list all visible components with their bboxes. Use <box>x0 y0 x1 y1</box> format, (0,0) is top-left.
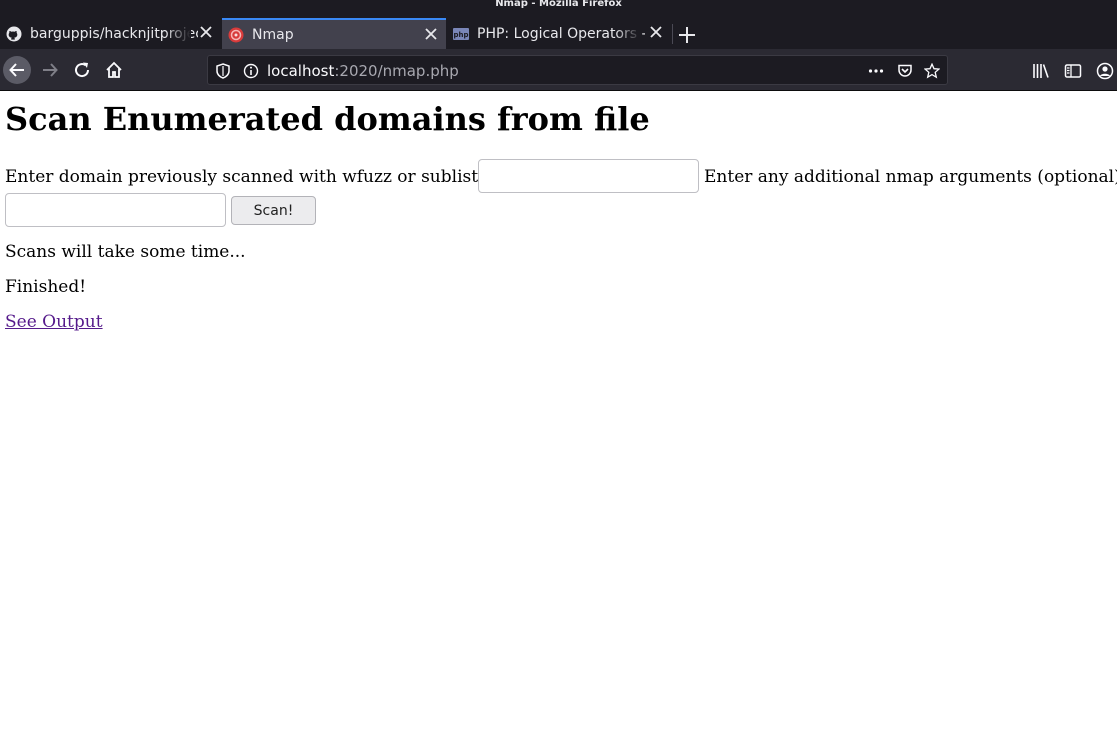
account-icon[interactable] <box>1096 62 1114 80</box>
window-titlebar: Nmap - Mozilla Firefox <box>0 0 1117 10</box>
url-host: localhost <box>267 62 335 80</box>
forward-button[interactable] <box>36 56 64 84</box>
reload-button[interactable] <box>68 56 96 84</box>
domain-input[interactable] <box>478 159 699 193</box>
tab-php[interactable]: php PHP: Logical Operators - Manual <box>447 18 671 49</box>
close-tab-icon[interactable] <box>424 27 438 41</box>
back-icon <box>9 63 24 77</box>
domain-label: Enter domain previously scanned with wfu… <box>5 167 502 187</box>
url-text[interactable]: localhost:2020/nmap.php <box>267 62 459 80</box>
svg-text:php: php <box>453 31 468 39</box>
bookmark-star-icon[interactable] <box>924 63 940 79</box>
tab-nmap[interactable]: Nmap <box>222 18 446 49</box>
close-tab-icon[interactable] <box>649 25 663 39</box>
php-favicon-icon: php <box>453 27 469 40</box>
navigation-toolbar: localhost:2020/nmap.php <box>0 49 1117 91</box>
scan-button[interactable]: Scan! <box>231 196 316 225</box>
page-title: Scan Enumerated domains from file <box>5 100 650 138</box>
new-tab-icon[interactable] <box>678 26 696 44</box>
tab-strip: barguppis/hacknjitproject Nmap php PHP: … <box>0 10 1117 49</box>
pocket-icon[interactable] <box>897 63 913 79</box>
status-waiting-text: Scans will take some time... <box>5 242 246 262</box>
nmap-favicon-icon <box>228 27 244 42</box>
nmap-args-label: Enter any additional nmap arguments (opt… <box>704 167 1117 187</box>
url-path: :2020/nmap.php <box>334 62 459 80</box>
back-button[interactable] <box>3 56 31 84</box>
scan-form: Enter domain previously scanned with wfu… <box>5 159 1117 195</box>
forward-icon <box>43 63 58 77</box>
output-link-container: See Output <box>5 312 103 332</box>
home-button[interactable] <box>100 56 128 84</box>
tracking-shield-icon[interactable] <box>215 63 231 79</box>
see-output-link[interactable]: See Output <box>5 312 103 332</box>
tab-title-nmap: Nmap <box>252 26 294 43</box>
tab-github[interactable]: barguppis/hacknjitproject <box>0 18 221 49</box>
reload-icon <box>75 62 90 78</box>
sidebar-icon[interactable] <box>1064 62 1082 80</box>
site-info-icon[interactable] <box>243 63 259 79</box>
close-tab-icon[interactable] <box>199 25 213 39</box>
nmap-args-input[interactable] <box>5 193 226 227</box>
page-content: Scan Enumerated domains from file Enter … <box>0 92 1117 750</box>
library-icon[interactable] <box>1032 62 1050 80</box>
tab-separator <box>672 24 673 44</box>
page-actions-icon[interactable] <box>868 63 884 79</box>
status-finished-text: Finished! <box>5 277 87 297</box>
github-icon <box>6 26 22 41</box>
window-title: Nmap - Mozilla Firefox <box>495 0 622 9</box>
address-bar[interactable]: localhost:2020/nmap.php <box>207 55 948 85</box>
home-icon <box>106 61 122 78</box>
